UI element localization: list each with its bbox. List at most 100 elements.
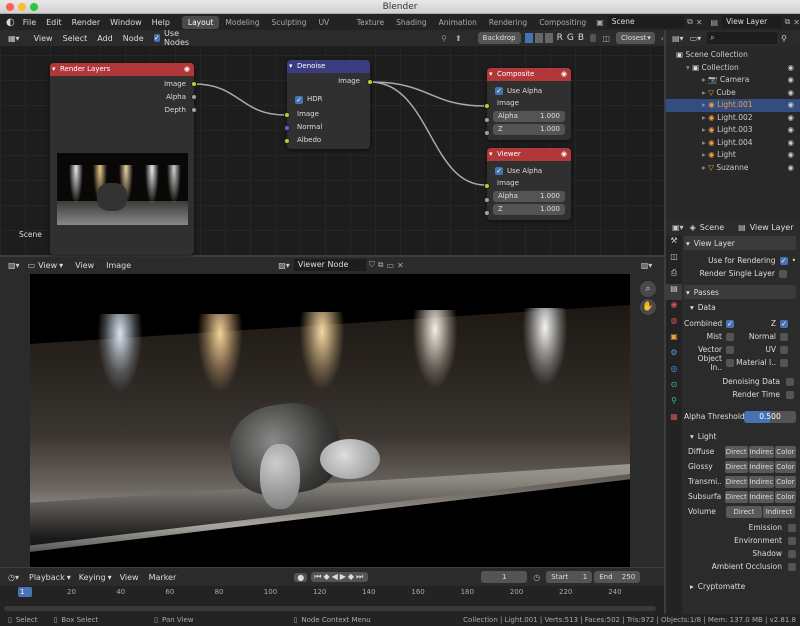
diffuse-color-button[interactable]: Color (774, 445, 796, 458)
visibility-eye-icon[interactable]: ◉ (787, 74, 794, 87)
delete-scene-icon[interactable]: ✕ (696, 18, 703, 27)
alpha-threshold-slider[interactable]: 0.500 (744, 410, 796, 423)
socket-composite-image-in[interactable] (484, 103, 490, 109)
vector-checkbox[interactable] (726, 345, 734, 354)
light-subpanel-header[interactable]: ▾ Light (684, 429, 796, 443)
editor-type-icon[interactable]: ▣▾ (672, 223, 684, 232)
delete-view-layer-icon[interactable]: ✕ (793, 18, 800, 27)
collapse-icon[interactable]: ▾ (52, 63, 56, 76)
close-window-button[interactable] (6, 3, 14, 11)
viewer-z-field[interactable]: Z 1.000 (493, 204, 565, 215)
tab-compositing[interactable]: Compositing (533, 16, 592, 29)
object-index-checkbox[interactable] (726, 358, 734, 367)
subsurface-indirect-button[interactable]: Indirec (748, 490, 774, 503)
render-time-checkbox[interactable] (786, 390, 794, 399)
scene-name[interactable]: Scene (607, 16, 685, 28)
frame-ruler[interactable]: 1 20 40 60 80 100 120 140 160 180 200 220 240 (0, 586, 664, 614)
use-for-rendering-checkbox[interactable] (779, 256, 788, 265)
visibility-eye-icon[interactable]: ◉ (787, 124, 794, 137)
glossy-color-button[interactable]: Color (774, 460, 796, 473)
viewer-alpha-field[interactable]: Alpha 1.000 (493, 191, 565, 202)
modifier-tab-icon[interactable]: ⚙ (666, 348, 682, 364)
record-icon[interactable]: ● (294, 572, 308, 582)
visibility-eye-icon[interactable]: ◉ (787, 99, 794, 112)
subsurface-color-button[interactable]: Color (774, 490, 796, 503)
filter-popover-icon[interactable]: ⚲ (781, 34, 787, 43)
new-scene-icon[interactable]: ⧉ (687, 17, 693, 27)
display-mode-icon[interactable]: ▭▾ (690, 34, 702, 43)
timeline-scrollbar[interactable] (4, 606, 656, 611)
node-editor[interactable]: ▦▾ View Select Add Node Use Nodes ⚲ ⬆ Ba… (0, 29, 664, 255)
glossy-indirect-button[interactable]: Indirec (748, 460, 774, 473)
visibility-eye-icon[interactable]: ◉ (787, 149, 794, 162)
tool-tab-icon[interactable]: ⚒ (666, 236, 682, 252)
scene-collection[interactable]: ▣ Scene Collection (666, 49, 800, 62)
unlink-image-icon[interactable]: ✕ (397, 261, 404, 270)
view-mode-select[interactable]: View (38, 261, 57, 270)
image-name-field[interactable]: Viewer Node (293, 259, 366, 271)
socket-denoise-albedo-in[interactable] (284, 138, 290, 144)
outliner-item-light-003[interactable]: ▸ ◉ Light.003 ◉ (666, 124, 800, 137)
start-frame-field[interactable]: Start 1 (546, 571, 593, 583)
render-layers-node[interactable]: Render Layers ◉ ▾ Image Alpha Depth (50, 63, 197, 255)
menu-keying[interactable]: Keying (79, 573, 106, 582)
socket-denoise-image-in[interactable] (284, 112, 290, 118)
shadow-checkbox[interactable] (788, 549, 796, 558)
viewer-preview-icon[interactable]: ◉ (561, 148, 567, 161)
editor-type-icon[interactable]: ▤▾ (672, 34, 684, 43)
end-frame-field[interactable]: End 250 (594, 571, 641, 583)
outliner-item-suzanne[interactable]: ▸ ▽ Suzanne ◉ (666, 162, 800, 175)
play-icon[interactable]: ▶ (340, 572, 348, 581)
composite-node[interactable]: ▾ Composite ◉ Use Alpha Image Alpha 1.000 Z… (484, 68, 571, 140)
texture-tab-icon[interactable]: ▦ (666, 412, 682, 428)
visibility-eye-icon[interactable]: ◉ (787, 112, 794, 125)
outliner-item-light-001[interactable]: ▸ ◉ Light.001 ◉ (666, 99, 800, 112)
data-subpanel-header[interactable]: ▾ Data (684, 300, 796, 314)
socket-viewer-image-in[interactable] (484, 183, 490, 189)
tab-layout[interactable]: Layout (181, 15, 220, 29)
transmission-color-button[interactable]: Color (774, 475, 796, 488)
editor-type-icon[interactable]: ◷▾ (8, 573, 19, 582)
view-mode-icon[interactable]: ▭ (28, 261, 36, 270)
fake-user-icon[interactable]: ⛉ (369, 260, 375, 270)
cryptomatte-subpanel-header[interactable]: ▸ Cryptomatte (684, 579, 796, 593)
tab-animation[interactable]: Animation (433, 16, 483, 29)
socket-denoise-image-out[interactable] (367, 79, 373, 85)
tab-modeling[interactable]: Modeling (219, 16, 265, 29)
collapse-icon[interactable]: ▾ (489, 148, 493, 161)
menu-marker[interactable]: Marker (149, 573, 177, 582)
visibility-eye-icon[interactable]: ◉ (787, 87, 794, 100)
new-image-icon[interactable]: ⧉ (378, 260, 384, 270)
image-browse-icon[interactable]: ▨▾ (278, 261, 290, 270)
composite-alpha-field[interactable]: Alpha 1.000 (493, 111, 565, 122)
physics-tab-icon[interactable]: ◎ (666, 364, 682, 380)
socket-depth-out[interactable] (191, 107, 197, 113)
socket-composite-alpha-in[interactable] (484, 117, 490, 123)
passes-panel-header[interactable]: ▾ Passes (684, 285, 796, 299)
visibility-eye-icon[interactable]: ◉ (787, 137, 794, 150)
transmission-direct-button[interactable]: Direct (724, 475, 748, 488)
outliner-item-light[interactable]: ▸ ◉ Light ◉ (666, 149, 800, 162)
timeline[interactable]: ◷▾ Playback ▾ Keying ▾ View Marker ● ⏮◆◀▶◆… (0, 568, 664, 614)
hdr-checkbox[interactable] (295, 95, 303, 104)
tab-rendering[interactable]: Rendering (483, 16, 533, 29)
viewer-node[interactable]: ▾ Viewer ◉ Use Alpha Image Alpha 1.000 Z 1.0… (484, 148, 571, 220)
diffuse-direct-button[interactable]: Direct (724, 445, 748, 458)
visibility-eye-icon[interactable]: ◉ (787, 62, 794, 75)
prev-key-icon[interactable]: ◆ (323, 572, 331, 581)
socket-composite-z-in[interactable] (484, 130, 490, 136)
composite-preview-icon[interactable]: ◉ (561, 68, 567, 81)
tab-texture-paint[interactable]: Texture Paint (351, 16, 390, 40)
view-layer-name[interactable]: View Layer (722, 16, 782, 28)
properties-editor[interactable]: ▣▾ ◈ Scene ▤ View Layer ⚒ ◫ ⎙ ▤ ◉ ◍ ▣ ⚙ … (666, 218, 800, 614)
constraint-tab-icon[interactable]: ⊙ (666, 380, 682, 396)
scene-tab-icon[interactable]: ◉ (666, 300, 682, 316)
socket-alpha-out[interactable] (191, 94, 197, 100)
tab-sculpting[interactable]: Sculpting (266, 16, 313, 29)
current-frame-field[interactable]: 1 (481, 571, 528, 583)
collapse-icon[interactable]: ▾ (289, 60, 293, 73)
denoising-data-checkbox[interactable] (786, 377, 794, 386)
viewer-use-alpha-checkbox[interactable] (495, 166, 503, 175)
render-layers-preview-icon[interactable]: ◉ (184, 63, 190, 76)
normal-checkbox[interactable] (780, 332, 788, 341)
